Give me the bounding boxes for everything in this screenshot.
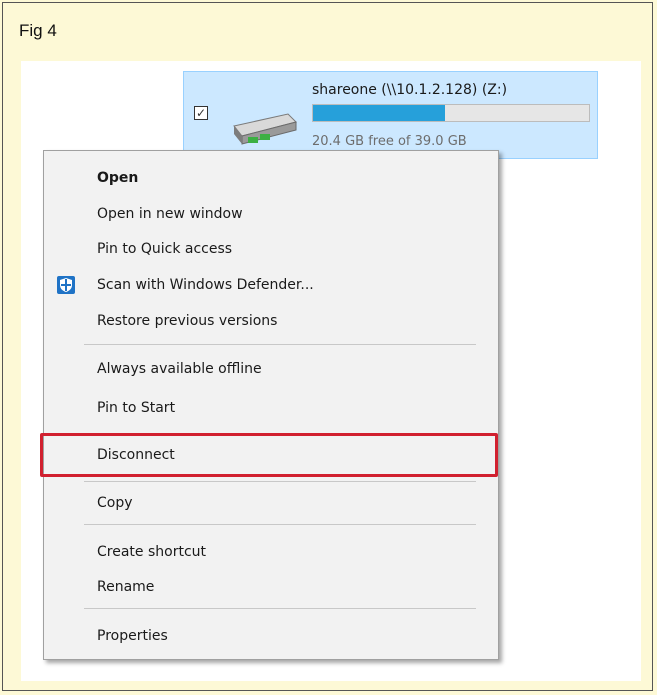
menu-item-copy[interactable]: Copy: [44, 486, 498, 520]
menu-item-open-in-new-window[interactable]: Open in new window: [44, 197, 498, 231]
drive-usage-fill: [313, 105, 446, 121]
menu-item-properties[interactable]: Properties: [44, 619, 498, 653]
menu-item-open[interactable]: Open: [44, 161, 498, 195]
drive-free-space: 20.4 GB free of 39.0 GB: [312, 134, 467, 149]
network-drive-icon: [233, 113, 297, 145]
menu-separator: [84, 608, 476, 609]
windows-defender-icon: [57, 276, 75, 294]
context-menu: Open Open in new window Pin to Quick acc…: [40, 150, 499, 660]
figure-label: Fig 4: [19, 21, 57, 40]
figure-frame: Fig 4 ✓ shareone (\\10.1.2.128) (Z:) 20.…: [2, 2, 653, 691]
menu-separator: [84, 344, 476, 345]
menu-item-label: Open in new window: [97, 206, 243, 222]
menu-item-label: Rename: [97, 579, 155, 595]
menu-item-label: Restore previous versions: [97, 313, 278, 329]
menu-item-pin-to-quick-access[interactable]: Pin to Quick access: [44, 232, 498, 266]
menu-item-label: Create shortcut: [97, 544, 207, 560]
drive-usage-bar: [312, 104, 590, 122]
menu-item-rename[interactable]: Rename: [44, 570, 498, 604]
menu-item-label: Pin to Start: [97, 400, 176, 416]
menu-item-always-available-offline[interactable]: Always available offline: [44, 352, 498, 386]
menu-separator: [84, 481, 476, 482]
menu-item-label: Scan with Windows Defender...: [97, 277, 314, 293]
menu-item-label: Open: [97, 170, 139, 186]
menu-item-label: Pin to Quick access: [97, 241, 233, 257]
highlight-annotation: [40, 433, 498, 477]
menu-separator: [84, 524, 476, 525]
menu-item-scan-with-defender[interactable]: Scan with Windows Defender...: [44, 268, 498, 302]
network-drive-tile[interactable]: ✓ shareone (\\10.1.2.128) (Z:) 20.4 GB f…: [183, 71, 598, 159]
menu-item-label: Copy: [97, 495, 133, 511]
menu-item-restore-previous-versions[interactable]: Restore previous versions: [44, 304, 498, 338]
drive-name: shareone (\\10.1.2.128) (Z:): [312, 82, 508, 98]
menu-item-pin-to-start[interactable]: Pin to Start: [44, 391, 498, 425]
menu-item-label: Properties: [97, 628, 168, 644]
menu-item-label: Always available offline: [97, 361, 262, 377]
selection-checkbox[interactable]: ✓: [194, 106, 208, 120]
menu-item-create-shortcut[interactable]: Create shortcut: [44, 535, 498, 569]
